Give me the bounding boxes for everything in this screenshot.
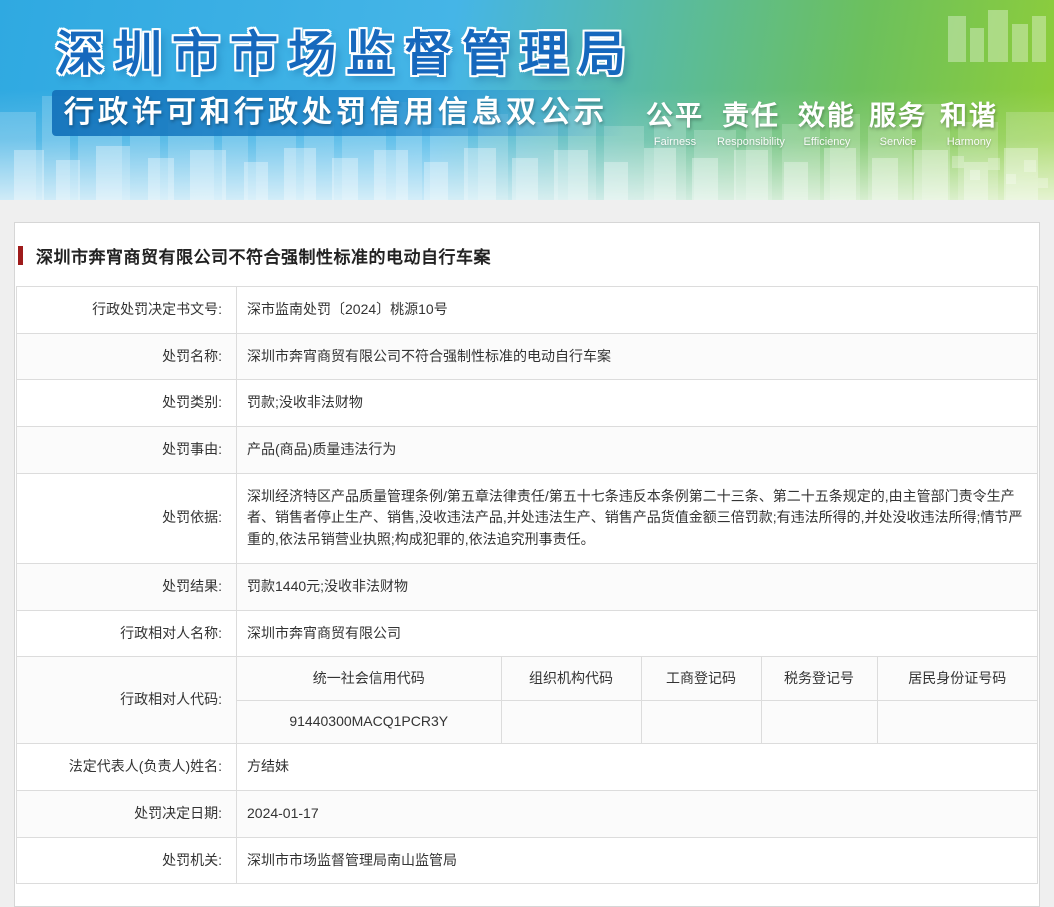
codes-header-id: 居民身份证号码	[877, 657, 1037, 700]
slogan-cn: 效能	[798, 94, 856, 133]
codes-value-row: 91440300MACQ1PCR3Y	[237, 700, 1037, 743]
codes-value-biz	[641, 700, 761, 743]
page: 深圳市市场监督管理局 行政许可和行政处罚信用信息双公示 公平 Fairness …	[0, 0, 1054, 907]
field-value-penalty-name: 深圳市奔宵商贸有限公司不符合强制性标准的电动自行车案	[237, 333, 1038, 380]
party-codes-cell: 统一社会信用代码 组织机构代码 工商登记码 税务登记号 居民身份证号码 9144…	[237, 657, 1038, 744]
codes-header-row: 统一社会信用代码 组织机构代码 工商登记码 税务登记号 居民身份证号码	[237, 657, 1037, 700]
site-subtitle: 行政许可和行政处罚信用信息双公示	[64, 96, 608, 129]
row-penalty-type: 处罚类别: 罚款;没收非法财物	[17, 380, 1038, 427]
site-title: 深圳市市场监督管理局	[56, 14, 636, 84]
field-label-penalty-name: 处罚名称:	[17, 333, 237, 380]
title-marker-bar	[18, 246, 23, 265]
site-header: 深圳市市场监督管理局 行政许可和行政处罚信用信息双公示 公平 Fairness …	[0, 0, 1054, 200]
slogan-item-efficiency: 效能 Efficiency	[798, 94, 856, 148]
row-decision-date: 处罚决定日期: 2024-01-17	[17, 790, 1038, 837]
field-label-penalty-basis: 处罚依据:	[17, 473, 237, 563]
slogan-strip: 公平 Fairness 责任 Responsibility 效能 Efficie…	[646, 94, 998, 148]
slogan-cn: 和谐	[940, 94, 998, 133]
row-penalty-reason: 处罚事由: 产品(商品)质量违法行为	[17, 427, 1038, 474]
codes-value-uscc: 91440300MACQ1PCR3Y	[237, 700, 501, 743]
field-label-penalty-type: 处罚类别:	[17, 380, 237, 427]
row-party-codes: 行政相对人代码: 统一社会信用代码 组织机构代码 工商登记码 税务登记号 居民身…	[17, 657, 1038, 744]
field-value-penalty-basis: 深圳经济特区产品质量管理条例/第五章法律责任/第五十七条违反本条例第二十三条、第…	[237, 473, 1038, 563]
slogan-item-service: 服务 Service	[869, 94, 927, 148]
row-penalty-name: 处罚名称: 深圳市奔宵商贸有限公司不符合强制性标准的电动自行车案	[17, 333, 1038, 380]
penalty-info-table: 行政处罚决定书文号: 深市监南处罚〔2024〕桃源10号 处罚名称: 深圳市奔宵…	[16, 286, 1038, 884]
slogan-item-responsibility: 责任 Responsibility	[717, 94, 785, 148]
slogan-item-harmony: 和谐 Harmony	[940, 94, 998, 148]
field-value-doc-no: 深市监南处罚〔2024〕桃源10号	[237, 287, 1038, 334]
row-legal-rep: 法定代表人(负责人)姓名: 方结妹	[17, 744, 1038, 791]
slogan-en: Efficiency	[798, 136, 856, 148]
field-value-legal-rep: 方结妹	[237, 744, 1038, 791]
field-value-party-name: 深圳市奔宵商贸有限公司	[237, 610, 1038, 657]
slogan-cn: 责任	[717, 94, 785, 133]
field-value-authority: 深圳市市场监督管理局南山监管局	[237, 837, 1038, 884]
codes-header-org: 组织机构代码	[501, 657, 641, 700]
slogan-en: Harmony	[940, 136, 998, 148]
codes-value-id	[877, 700, 1037, 743]
slogan-item-fairness: 公平 Fairness	[646, 94, 704, 148]
content-panel: 深圳市奔宵商贸有限公司不符合强制性标准的电动自行车案 行政处罚决定书文号: 深市…	[14, 222, 1040, 907]
row-authority: 处罚机关: 深圳市市场监督管理局南山监管局	[17, 837, 1038, 884]
slogan-cn: 服务	[869, 94, 927, 133]
field-label-party-name: 行政相对人名称:	[17, 610, 237, 657]
field-label-doc-no: 行政处罚决定书文号:	[17, 287, 237, 334]
field-value-penalty-type: 罚款;没收非法财物	[237, 380, 1038, 427]
row-party-name: 行政相对人名称: 深圳市奔宵商贸有限公司	[17, 610, 1038, 657]
slogan-cn: 公平	[646, 94, 704, 133]
field-value-penalty-result: 罚款1440元;没收非法财物	[237, 563, 1038, 610]
field-label-party-codes: 行政相对人代码:	[17, 657, 237, 744]
codes-header-tax: 税务登记号	[761, 657, 877, 700]
codes-header-uscc: 统一社会信用代码	[237, 657, 501, 700]
case-title-row: 深圳市奔宵商贸有限公司不符合强制性标准的电动自行车案	[16, 243, 1038, 268]
field-value-penalty-reason: 产品(商品)质量违法行为	[237, 427, 1038, 474]
codes-value-tax	[761, 700, 877, 743]
codes-value-org	[501, 700, 641, 743]
field-label-penalty-result: 处罚结果:	[17, 563, 237, 610]
field-label-legal-rep: 法定代表人(负责人)姓名:	[17, 744, 237, 791]
row-doc-no: 行政处罚决定书文号: 深市监南处罚〔2024〕桃源10号	[17, 287, 1038, 334]
field-label-authority: 处罚机关:	[17, 837, 237, 884]
field-label-decision-date: 处罚决定日期:	[17, 790, 237, 837]
site-subtitle-band: 行政许可和行政处罚信用信息双公示	[52, 90, 624, 136]
field-label-penalty-reason: 处罚事由:	[17, 427, 237, 474]
row-penalty-basis: 处罚依据: 深圳经济特区产品质量管理条例/第五章法律责任/第五十七条违反本条例第…	[17, 473, 1038, 563]
slogan-en: Fairness	[646, 136, 704, 148]
party-codes-table: 统一社会信用代码 组织机构代码 工商登记码 税务登记号 居民身份证号码 9144…	[237, 657, 1037, 743]
slogan-en: Responsibility	[717, 136, 785, 148]
case-title: 深圳市奔宵商贸有限公司不符合强制性标准的电动自行车案	[36, 243, 491, 268]
field-value-decision-date: 2024-01-17	[237, 790, 1038, 837]
codes-header-biz: 工商登记码	[641, 657, 761, 700]
slogan-en: Service	[869, 136, 927, 148]
row-penalty-result: 处罚结果: 罚款1440元;没收非法财物	[17, 563, 1038, 610]
